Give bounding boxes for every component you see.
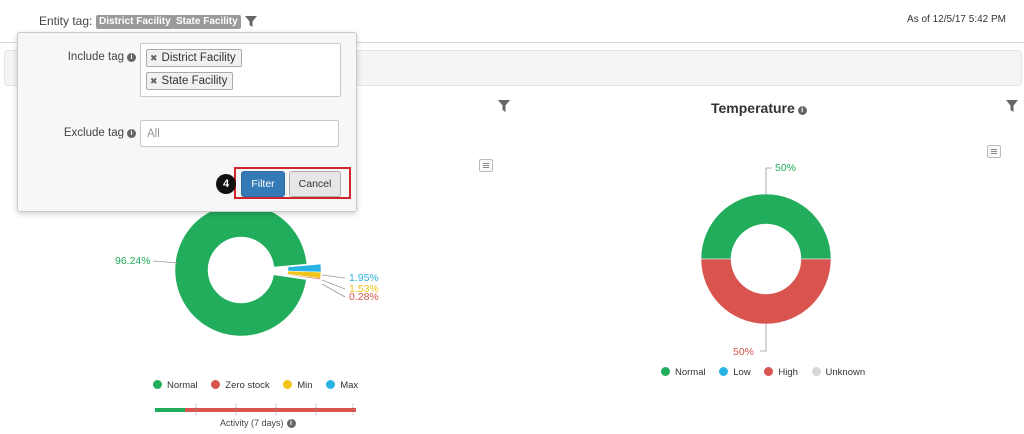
legend-dot-icon xyxy=(326,380,336,389)
legend-label: Zero stock xyxy=(225,380,270,391)
entity-tag-chip-district[interactable]: District Facility xyxy=(96,15,174,29)
legend-dot-icon xyxy=(719,367,729,376)
stock-chart-funnel-icon[interactable] xyxy=(498,100,510,113)
temperature-donut-chart: 50% 50% xyxy=(700,162,832,358)
leader-line xyxy=(152,260,179,264)
legend-label: Normal xyxy=(167,380,198,391)
info-icon: i xyxy=(127,53,136,62)
include-tag-pill: ✖ State Facility xyxy=(146,72,234,90)
tag-pill-label: State Facility xyxy=(161,75,228,87)
activity-bar xyxy=(155,404,356,416)
legend-dot-icon xyxy=(661,367,670,376)
legend-dot-icon xyxy=(211,380,221,389)
as-of-timestamp: As of 12/5/17 5:42 PM xyxy=(907,14,1006,25)
remove-tag-icon[interactable]: ✖ xyxy=(150,76,158,86)
legend-item-unknown[interactable]: Unknown xyxy=(811,367,866,378)
label-normal: 50% xyxy=(775,162,796,174)
pie-slice-normal[interactable] xyxy=(174,203,308,337)
label-zero-stock: 0.28% xyxy=(349,291,379,303)
entity-tag-label: Entity tag: xyxy=(39,14,93,28)
activity-label: Activity (7 days) i xyxy=(220,418,296,428)
info-icon: i xyxy=(127,129,136,138)
remove-tag-icon[interactable]: ✖ xyxy=(150,53,158,63)
legend-dot-icon xyxy=(283,380,293,389)
legend-label: Unknown xyxy=(825,367,866,378)
stock-chart-menu-icon[interactable] xyxy=(479,159,493,172)
funnel-icon[interactable] xyxy=(245,16,257,28)
legend-item-max[interactable]: Max xyxy=(326,380,358,391)
info-icon: i xyxy=(286,419,296,428)
label-high: 50% xyxy=(733,346,754,358)
legend-label: Max xyxy=(340,380,359,391)
legend-item-normal[interactable]: Normal xyxy=(153,380,198,391)
pie-slice-normal[interactable] xyxy=(700,193,832,260)
temperature-title: Temperature i xyxy=(711,100,807,116)
tag-filter-popover: Include tag i ✖ District Facility ✖ State F… xyxy=(17,32,357,212)
entity-tag-chip-state[interactable]: State Facility xyxy=(173,15,241,29)
legend-label: Min xyxy=(297,380,313,391)
pie-slice-high[interactable] xyxy=(700,258,832,325)
filter-button[interactable]: Filter xyxy=(241,171,285,197)
legend-label: Low xyxy=(733,367,751,378)
include-tag-pill: ✖ District Facility xyxy=(146,49,242,67)
legend-item-zero-stock[interactable]: Zero stock xyxy=(211,380,270,391)
tag-pill-label: District Facility xyxy=(161,52,236,64)
legend-dot-icon xyxy=(764,367,774,376)
label-normal: 96.24% xyxy=(115,255,151,267)
exclude-tag-label: Exclude tag i xyxy=(32,127,136,139)
legend-dot-icon xyxy=(153,380,162,389)
legend-label: High xyxy=(778,367,798,378)
leader-line xyxy=(321,279,346,290)
legend-item-low[interactable]: Low xyxy=(719,367,751,378)
leader-line xyxy=(321,283,346,298)
legend-item-high[interactable]: High xyxy=(764,367,798,378)
stock-chart-legend: Normal Zero stock Min Max xyxy=(153,380,369,391)
temperature-chart-legend: Normal Low High Unknown xyxy=(661,367,876,378)
step-badge: 4 xyxy=(216,174,236,194)
legend-item-min[interactable]: Min xyxy=(283,380,313,391)
include-tag-input[interactable]: ✖ District Facility ✖ State Facility xyxy=(140,43,341,97)
legend-item-normal[interactable]: Normal xyxy=(661,367,706,378)
stock-donut-chart: 96.24%1.95%1.53%0.28% xyxy=(115,203,379,337)
legend-dot-icon xyxy=(811,367,821,376)
info-icon: i xyxy=(797,106,807,115)
cancel-button[interactable]: Cancel xyxy=(289,171,341,197)
leader-line xyxy=(321,274,346,279)
exclude-tag-input[interactable] xyxy=(140,120,339,147)
include-tag-label: Include tag i xyxy=(32,51,136,63)
legend-label: Normal xyxy=(675,367,706,378)
leader-line xyxy=(760,324,767,352)
temperature-funnel-icon[interactable] xyxy=(1006,100,1018,113)
temperature-menu-icon[interactable] xyxy=(987,145,1001,158)
leader-line xyxy=(765,167,772,194)
